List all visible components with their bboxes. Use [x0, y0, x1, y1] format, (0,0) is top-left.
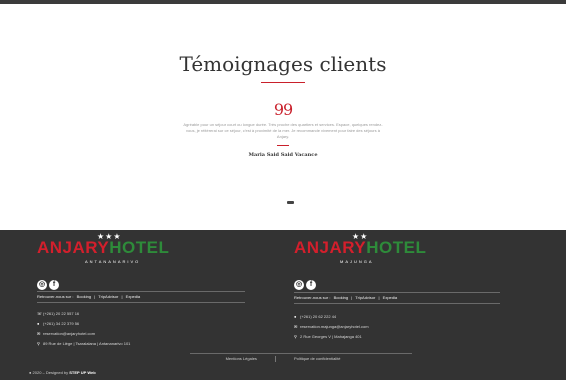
- contact-list: ● (+261) 20 62 222 44 ✉ reservation.majung…: [294, 313, 369, 343]
- link-tripadvisor[interactable]: TripAdvisor: [355, 295, 375, 300]
- social-links: ◎ f: [37, 273, 61, 291]
- links-label: Retrouver-nous sur :: [294, 295, 331, 300]
- contact-phone[interactable]: ☏(+261) 20 22 557 16: [37, 310, 130, 320]
- divider: [294, 292, 500, 293]
- contact-text: 89 Rue de Liège | Tsaralalana | Antanana…: [43, 341, 131, 346]
- author-divider: [277, 145, 289, 146]
- contact-email[interactable]: ✉ reservation@anjaryhotel.com: [37, 330, 130, 340]
- legal-links: Mentions Légales Politique de confidentia…: [0, 356, 566, 362]
- link-separator: |: [94, 294, 96, 299]
- divider: [37, 291, 245, 292]
- contact-list: ☏(+261) 20 22 557 16 ● (+261) 34 22 379 5…: [37, 310, 130, 350]
- copyright: ● 2020 – Designed by STEP UP Web: [29, 370, 96, 375]
- legal-notice-link[interactable]: Mentions Légales: [226, 356, 257, 361]
- divider: [294, 303, 500, 304]
- contact-email[interactable]: ✉ reservation.majunga@anjaryhotel.com: [294, 323, 369, 333]
- logo-word-anjary: ANJARY: [294, 238, 367, 257]
- testimonial-author: Maria Said Said Vacance: [248, 152, 318, 158]
- copyright-icon: ●: [29, 370, 32, 375]
- tripadvisor-icon[interactable]: ◎: [294, 280, 304, 290]
- link-separator: |: [351, 295, 353, 300]
- logo-word-hotel: HOTEL: [366, 238, 427, 257]
- hotel-logo[interactable]: ANJARYHOTEL: [37, 238, 169, 258]
- tripadvisor-icon[interactable]: ◎: [37, 280, 47, 290]
- hotel-logo[interactable]: ANJARYHOTEL: [294, 238, 426, 258]
- link-expedia[interactable]: Expedia: [383, 295, 397, 300]
- link-expedia[interactable]: Expedia: [126, 294, 140, 299]
- contact-address: ⚲ 2 Rue Georges V | Mahajanga 401: [294, 333, 369, 343]
- hotel-city: MAJUNGA: [340, 259, 374, 264]
- title-underline: [261, 82, 305, 83]
- facebook-icon[interactable]: f: [306, 280, 316, 290]
- contact-whatsapp[interactable]: ● (+261) 20 62 222 44: [294, 313, 369, 323]
- carousel-dot[interactable]: [287, 201, 294, 204]
- contact-text: 2 Rue Georges V | Mahajanga 401: [300, 334, 362, 339]
- contact-text: reservation.majunga@anjaryhotel.com: [300, 324, 369, 329]
- contact-text: (+261) 20 22 557 16: [43, 311, 80, 316]
- section-title: Témoignages clients: [179, 52, 387, 76]
- logo-word-hotel: HOTEL: [109, 238, 170, 257]
- privacy-policy-link[interactable]: Politique de confidentialité: [294, 356, 340, 361]
- social-links: ◎ f: [294, 273, 318, 291]
- link-tripadvisor[interactable]: TripAdvisor: [98, 294, 118, 299]
- contact-text: reservation@anjaryhotel.com: [43, 331, 96, 336]
- links-label: Retrouver-nous sur :: [37, 294, 74, 299]
- contact-whatsapp[interactable]: ● (+261) 34 22 379 56: [37, 320, 130, 330]
- quote-icon: 99: [273, 100, 293, 119]
- logo-word-anjary: ANJARY: [37, 238, 110, 257]
- testimonials-section: Témoignages clients 99 Agréable pour un …: [0, 4, 566, 230]
- legal-separator: [274, 356, 276, 362]
- contact-address: ⚲ 89 Rue de Liège | Tsaralalana | Antanan…: [37, 340, 130, 350]
- hotel-city: ANTANANARIVO: [85, 259, 141, 264]
- contact-text: (+261) 20 62 222 44: [300, 314, 337, 319]
- facebook-icon[interactable]: f: [49, 280, 59, 290]
- copyright-text: 2020 – Designed by: [32, 370, 69, 375]
- legal-divider: [190, 353, 412, 354]
- divider: [37, 302, 245, 303]
- link-separator: |: [378, 295, 380, 300]
- booking-links: Retrouver-nous sur : Booking | TripAdvis…: [294, 295, 399, 300]
- site-footer: ★★★ ANJARYHOTEL ANTANANARIVO ◎ f Retrouve…: [0, 230, 566, 380]
- link-booking[interactable]: Booking: [77, 294, 91, 299]
- booking-links: Retrouver-nous sur : Booking | TripAdvis…: [37, 294, 142, 299]
- link-separator: |: [121, 294, 123, 299]
- designer-link[interactable]: STEP UP Web: [69, 370, 95, 375]
- contact-text: (+261) 34 22 379 56: [43, 321, 80, 326]
- testimonial-text: Agréable pour un séjour court ou longue …: [183, 122, 383, 139]
- link-booking[interactable]: Booking: [334, 295, 348, 300]
